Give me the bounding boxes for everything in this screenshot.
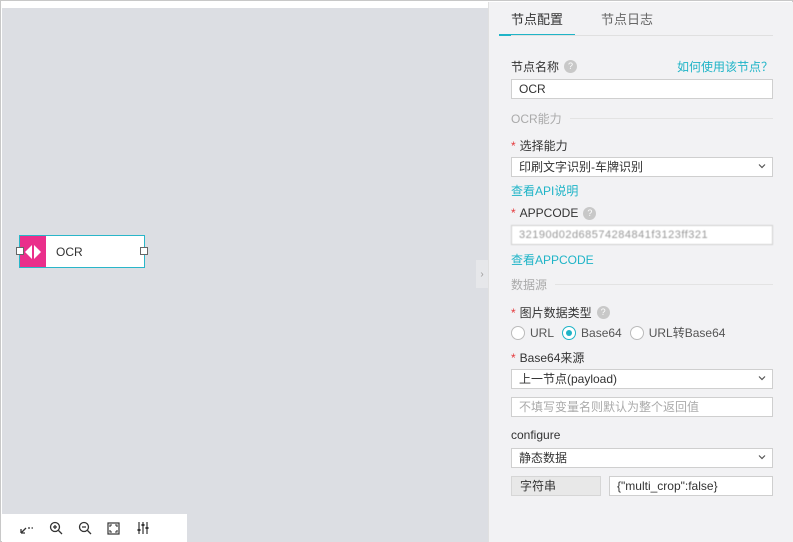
value-type-select[interactable]: 字符串 bbox=[511, 476, 601, 496]
capability-value: 印刷文字识别-车牌识别 bbox=[519, 160, 643, 174]
required-mark: * bbox=[511, 350, 516, 365]
configure-value-input[interactable]: {"multi_crop":false} bbox=[609, 476, 773, 496]
help-icon[interactable]: ? bbox=[583, 206, 597, 220]
how-to-use-link[interactable]: 如何使用该节点？ bbox=[677, 58, 773, 75]
radio-circle-selected[interactable] bbox=[562, 325, 577, 340]
required-mark: * bbox=[511, 206, 516, 220]
variable-name-input[interactable]: 不填写变量名则默认为整个返回值 bbox=[511, 397, 773, 417]
flow-canvas[interactable]: OCR › bbox=[2, 8, 488, 542]
configure-label-text: configure bbox=[511, 428, 561, 442]
chevron-down-icon bbox=[758, 455, 766, 460]
radio-circle[interactable] bbox=[629, 325, 644, 340]
canvas-toolbar bbox=[2, 514, 187, 542]
configure-select[interactable]: 静态数据 bbox=[511, 448, 773, 468]
image-type-label: * 图片数据类型 ? bbox=[511, 304, 610, 321]
capability-select[interactable]: 印刷文字识别-车牌识别 bbox=[511, 157, 773, 177]
capability-label: * 选择能力 bbox=[511, 137, 568, 154]
panel-collapse-handle[interactable]: › bbox=[476, 260, 488, 288]
section-ocr: OCR能力 bbox=[511, 110, 773, 127]
section-data-source: 数据源 bbox=[511, 276, 773, 293]
input-port[interactable] bbox=[16, 247, 24, 255]
section-data-title: 数据源 bbox=[511, 278, 548, 292]
radio-url-to-base64[interactable]: URL转Base64 bbox=[629, 324, 726, 341]
help-icon[interactable]: ? bbox=[564, 60, 578, 73]
appcode-label: * APPCODE ? bbox=[511, 206, 597, 220]
radio-base64-label: Base64 bbox=[581, 325, 622, 340]
config-panel: 节点配置 节点日志 节点名称 ? 如何使用该节点？ OCR OCR能力 * 选择… bbox=[488, 2, 793, 542]
panel-tabs: 节点配置 节点日志 bbox=[499, 12, 679, 36]
required-mark: * bbox=[511, 305, 516, 320]
node-name-label-text: 节点名称 bbox=[511, 60, 560, 74]
configure-value: 静态数据 bbox=[519, 451, 568, 465]
radio-circle[interactable] bbox=[511, 325, 525, 340]
tab-node-log[interactable]: 节点日志 bbox=[599, 12, 655, 36]
capability-label-text: 选择能力 bbox=[519, 139, 568, 153]
image-type-radios: URL Base64 URL转Base64 bbox=[511, 324, 733, 341]
appcode-input[interactable]: 32190d02d68574284841f3123ff321 bbox=[511, 225, 773, 245]
chevron-down-icon bbox=[758, 164, 766, 169]
output-port[interactable] bbox=[140, 247, 148, 255]
radio-url[interactable]: URL bbox=[511, 325, 555, 340]
appcode-label-text: APPCODE bbox=[519, 206, 579, 220]
image-type-label-text: 图片数据类型 bbox=[519, 306, 592, 320]
ocr-node[interactable]: OCR bbox=[16, 235, 148, 268]
section-divider bbox=[555, 284, 773, 285]
tab-node-config[interactable]: 节点配置 bbox=[499, 12, 576, 36]
required-mark: * bbox=[511, 138, 516, 153]
base64-source-label-text: Base64来源 bbox=[519, 351, 585, 365]
chevron-down-icon bbox=[758, 376, 766, 381]
node-label: OCR bbox=[56, 245, 83, 259]
app-window: OCR › 节点配置 节点日志 节点名称 ? 如何使用该节点？ OCR OCR能… bbox=[0, 0, 793, 542]
zoom-out-icon[interactable] bbox=[70, 514, 99, 542]
radio-url-label: URL bbox=[530, 325, 555, 340]
node-name-label: 节点名称 ? bbox=[511, 58, 578, 75]
base64-source-value: 上一节点(payload) bbox=[519, 372, 618, 386]
arrows-lr-icon bbox=[25, 244, 41, 259]
configure-label: configure bbox=[511, 428, 560, 442]
section-divider bbox=[569, 118, 773, 119]
base64-source-label: * Base64来源 bbox=[511, 349, 584, 366]
view-api-link[interactable]: 查看API说明 bbox=[511, 182, 578, 199]
zoom-in-icon[interactable] bbox=[41, 514, 70, 542]
view-appcode-link[interactable]: 查看APPCODE bbox=[511, 251, 594, 268]
node-name-input[interactable]: OCR bbox=[511, 79, 773, 99]
radio-url-to-base64-label: URL转Base64 bbox=[648, 326, 726, 340]
settings-sliders-icon[interactable] bbox=[128, 514, 157, 542]
fit-arrow-icon[interactable] bbox=[12, 514, 41, 542]
base64-source-select[interactable]: 上一节点(payload) bbox=[511, 369, 773, 389]
section-ocr-title: OCR能力 bbox=[511, 112, 562, 126]
radio-base64[interactable]: Base64 bbox=[562, 325, 622, 340]
help-icon[interactable]: ? bbox=[596, 306, 610, 319]
tab-divider bbox=[511, 35, 773, 36]
fullscreen-icon[interactable] bbox=[99, 514, 128, 542]
